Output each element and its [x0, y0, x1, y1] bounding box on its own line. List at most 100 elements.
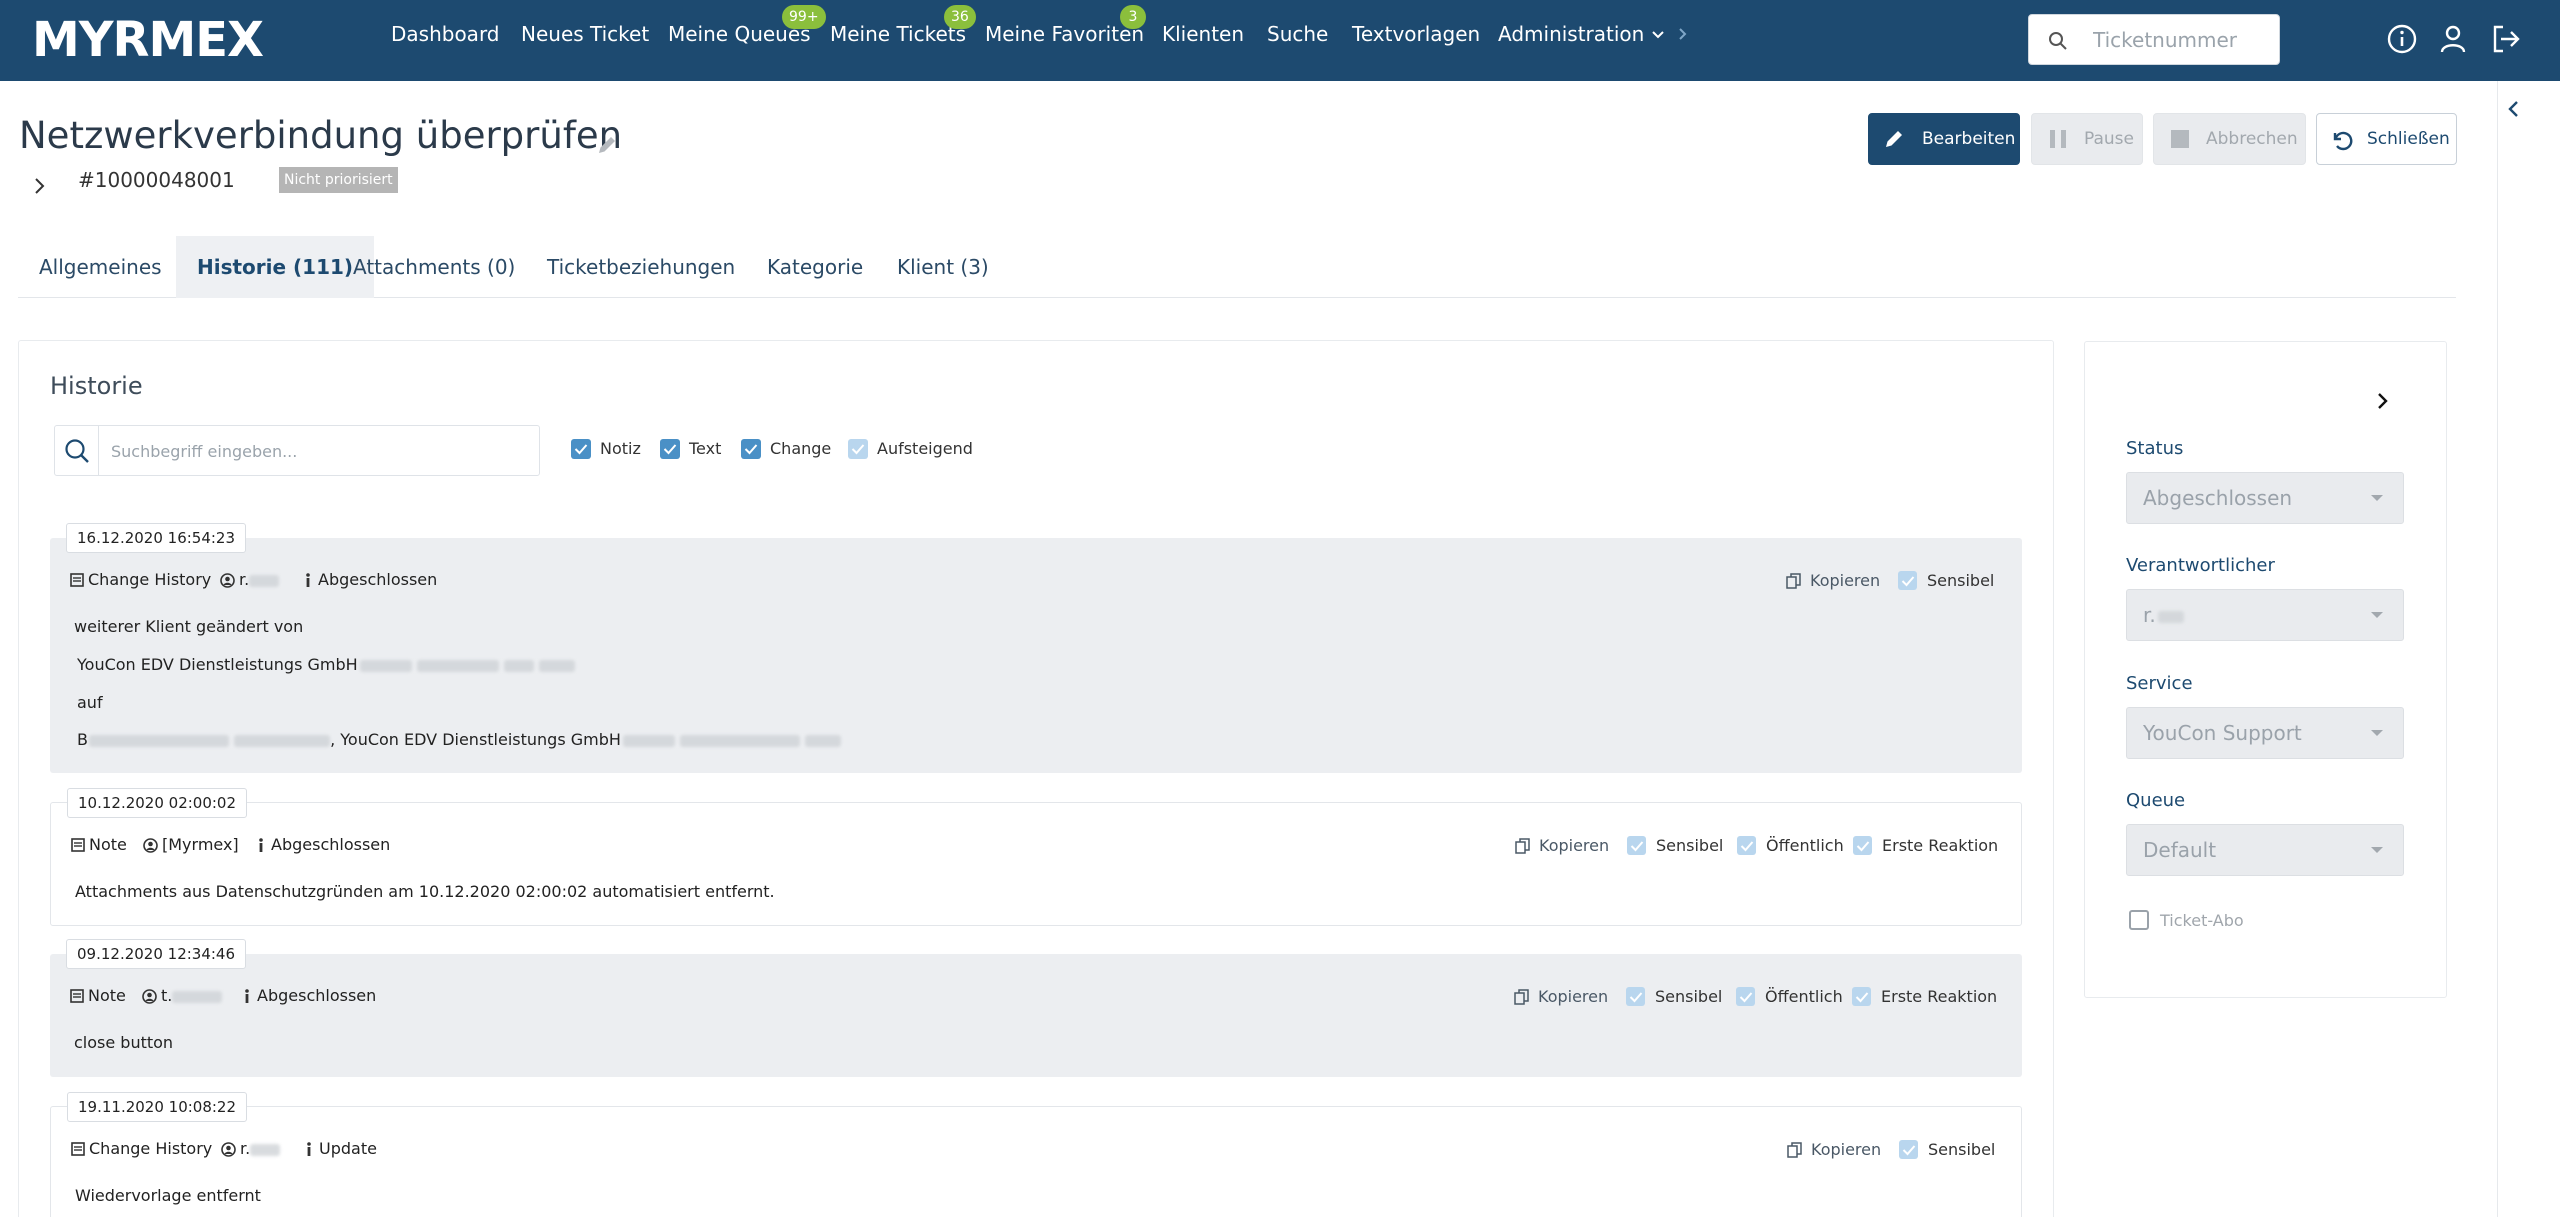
entry-type: Change History	[88, 570, 212, 589]
nav-textvorlagen[interactable]: Textvorlagen	[1352, 20, 1480, 48]
chevron-left-icon[interactable]	[2504, 96, 2524, 122]
nav-meine-favoriten[interactable]: Meine Favoriten	[985, 20, 1144, 48]
entry-date: 19.11.2020 10:08:22	[67, 1092, 248, 1122]
entry-text: Wiedervorlage entfernt	[75, 1186, 261, 1205]
ticket-search-box	[2028, 14, 2280, 65]
favoriten-count-badge: 3	[1120, 5, 1146, 29]
entry-text: close button	[74, 1033, 174, 1052]
entry-date: 10.12.2020 02:00:02	[67, 788, 248, 818]
nav-dashboard[interactable]: Dashboard	[391, 20, 500, 48]
entry-user: r.	[240, 1138, 281, 1160]
history-search-input[interactable]	[111, 438, 531, 464]
nav-klienten[interactable]: Klienten	[1162, 20, 1244, 48]
undo-icon	[2333, 131, 2353, 151]
ticket-tabs: Allgemeines Historie (111) Attachments (…	[18, 236, 2456, 298]
tickets-count-badge: 36	[944, 5, 976, 29]
checkbox-checked-icon[interactable]	[571, 439, 591, 459]
caret-down-icon	[2371, 495, 2383, 501]
nav-suche[interactable]: Suche	[1267, 20, 1328, 48]
tab-klient[interactable]: Klient (3)	[876, 236, 1010, 298]
responsible-select[interactable]: r.	[2126, 589, 2404, 641]
checkbox-light-icon[interactable]	[1899, 1140, 1918, 1159]
tab-attachments[interactable]: Attachments (0)	[332, 236, 536, 298]
history-entry: 16.12.2020 16:54:23 Change History r. Ab…	[50, 523, 2022, 773]
nav-administration[interactable]: Administration	[1498, 20, 1644, 48]
entry-text: Attachments aus Datenschutzgründen am 10…	[75, 882, 775, 901]
myrmex-logo[interactable]: MYRMEX	[32, 14, 264, 66]
service-select[interactable]: YouCon Support	[2126, 707, 2404, 759]
checkbox-light-icon[interactable]	[1898, 571, 1917, 590]
document-icon	[71, 1142, 85, 1156]
entry-date: 09.12.2020 12:34:46	[66, 939, 247, 969]
chevron-down-icon[interactable]	[1648, 24, 1668, 44]
service-label: Service	[2126, 673, 2193, 694]
document-icon	[70, 573, 84, 587]
checkbox-light-icon[interactable]	[848, 439, 868, 459]
edit-button[interactable]: Bearbeiten	[1868, 113, 2020, 165]
user-circle-icon	[142, 989, 157, 1004]
copy-icon	[1786, 573, 1801, 589]
checkbox-light-icon[interactable]	[1626, 987, 1645, 1006]
history-entry: 19.11.2020 10:08:22 Change History r. Up…	[50, 1092, 2022, 1217]
ticket-number-input[interactable]	[2093, 24, 2273, 56]
chevron-right-icon[interactable]	[1672, 24, 1692, 44]
entry-status: Update	[319, 1139, 377, 1158]
history-entry: 10.12.2020 02:00:02 Note [Myrmex] Abgesc…	[50, 788, 2022, 926]
entry-text: B , YouCon EDV Dienstleistungs GmbH	[77, 729, 842, 751]
stop-icon	[2171, 130, 2189, 148]
entry-type: Change History	[89, 1139, 213, 1158]
caret-down-icon	[2371, 612, 2383, 618]
tab-kategorie[interactable]: Kategorie	[746, 236, 884, 298]
nav-neues-ticket[interactable]: Neues Ticket	[521, 20, 649, 48]
pencil-icon[interactable]	[596, 134, 618, 156]
user-circle-icon	[143, 838, 158, 853]
history-search-box	[54, 425, 540, 476]
search-icon	[2049, 32, 2067, 50]
pause-button[interactable]: Pause	[2031, 113, 2143, 165]
tab-allgemeines[interactable]: Allgemeines	[18, 236, 183, 298]
entry-text: auf	[77, 693, 103, 712]
checkbox-light-icon[interactable]	[1852, 987, 1871, 1006]
info-icon	[259, 838, 263, 852]
entry-status: Abgeschlossen	[257, 986, 377, 1005]
checkbox-empty-icon[interactable]	[2129, 910, 2149, 930]
chevron-right-icon[interactable]	[2372, 388, 2392, 414]
info-icon	[307, 1142, 311, 1156]
close-button[interactable]: Schließen	[2316, 113, 2457, 165]
checkbox-checked-icon[interactable]	[660, 439, 680, 459]
document-icon	[71, 838, 85, 852]
cancel-button[interactable]: Abbrechen	[2153, 113, 2306, 165]
info-icon[interactable]	[2385, 22, 2419, 56]
copy-icon	[1787, 1142, 1802, 1158]
entry-user: r.	[239, 569, 280, 591]
entry-type: Note	[89, 835, 127, 854]
checkbox-light-icon[interactable]	[1737, 836, 1756, 855]
pause-icon	[2050, 130, 2066, 148]
checkbox-light-icon[interactable]	[1627, 836, 1646, 855]
tab-ticketbeziehungen[interactable]: Ticketbeziehungen	[526, 236, 756, 298]
caret-down-icon	[2371, 847, 2383, 853]
history-search-icon-box[interactable]	[55, 426, 99, 475]
status-label: Status	[2126, 438, 2184, 459]
status-select[interactable]: Abgeschlossen	[2126, 472, 2404, 524]
user-circle-icon	[221, 1142, 236, 1157]
pencil-icon	[1886, 131, 1902, 147]
queue-select[interactable]: Default	[2126, 824, 2404, 876]
top-navbar: MYRMEX Dashboard Neues Ticket Meine Queu…	[0, 0, 2560, 81]
chevron-right-icon[interactable]	[30, 174, 50, 198]
copy-icon	[1514, 989, 1529, 1005]
checkbox-checked-icon[interactable]	[741, 439, 761, 459]
responsible-label: Verantwortlicher	[2126, 555, 2275, 576]
entry-status: Abgeschlossen	[271, 835, 391, 854]
queue-label: Queue	[2126, 790, 2186, 811]
sidebar-divider	[2497, 81, 2498, 1217]
search-icon	[65, 439, 89, 463]
logout-icon[interactable]	[2489, 22, 2523, 56]
checkbox-light-icon[interactable]	[1736, 987, 1755, 1006]
priority-badge: Nicht priorisiert	[279, 167, 398, 193]
user-circle-icon	[220, 573, 235, 588]
ticket-title: Netzwerkverbindung überprüfen	[19, 114, 623, 157]
user-icon[interactable]	[2436, 22, 2470, 56]
checkbox-light-icon[interactable]	[1853, 836, 1872, 855]
queues-count-badge: 99+	[782, 5, 826, 29]
